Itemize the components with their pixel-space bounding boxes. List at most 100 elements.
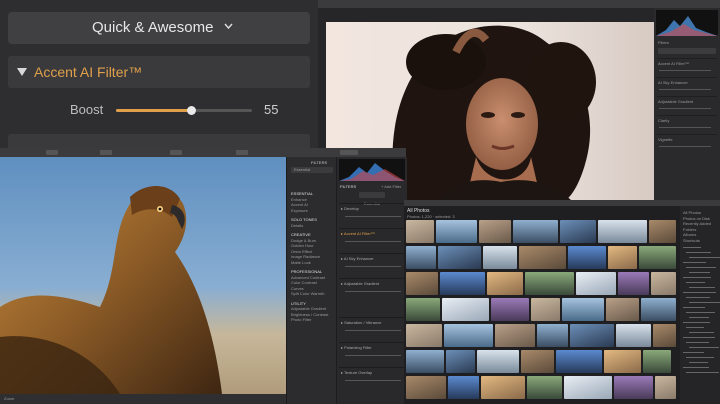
photo-thumbnail[interactable] bbox=[598, 220, 647, 243]
photo-thumbnail[interactable] bbox=[570, 324, 614, 347]
library-folder-row[interactable] bbox=[686, 282, 705, 283]
library-folder-row[interactable] bbox=[683, 262, 706, 263]
catalog-item[interactable]: Exposure bbox=[291, 208, 335, 214]
catalog-item[interactable]: Matte Look bbox=[291, 260, 335, 266]
library-folder-row[interactable] bbox=[689, 302, 720, 303]
boost-slider[interactable] bbox=[116, 106, 252, 115]
photo-thumbnail[interactable] bbox=[495, 324, 535, 347]
photo-thumbnail[interactable] bbox=[525, 272, 574, 295]
photo-thumbnail[interactable] bbox=[406, 324, 442, 347]
panel-button-accent[interactable] bbox=[658, 48, 716, 54]
panel-slider[interactable] bbox=[659, 108, 711, 109]
catalog-item[interactable]: Photo Filter bbox=[291, 317, 335, 323]
photo-thumbnail[interactable] bbox=[448, 376, 479, 399]
filter-slider[interactable] bbox=[345, 266, 401, 267]
filter-section[interactable]: ▸ Saturation / Vibrance bbox=[339, 317, 405, 342]
photo-thumbnail[interactable] bbox=[479, 220, 511, 243]
catalog-item[interactable]: Details bbox=[291, 223, 335, 229]
photo-thumbnail[interactable] bbox=[576, 272, 616, 295]
library-sidebar-item[interactable]: Shortcuts bbox=[683, 238, 719, 244]
library-folder-row[interactable] bbox=[683, 352, 704, 353]
library-folder-row[interactable] bbox=[686, 357, 714, 358]
panel-section[interactable]: Adjustable Gradient bbox=[657, 96, 717, 115]
photo-thumbnail[interactable] bbox=[477, 350, 519, 373]
library-folder-row[interactable] bbox=[689, 332, 714, 333]
library-folder-row[interactable] bbox=[683, 277, 711, 278]
photo-thumbnail[interactable] bbox=[521, 350, 554, 373]
photo-thumbnail[interactable] bbox=[406, 272, 438, 295]
library-folder-row[interactable] bbox=[689, 257, 720, 258]
photo-thumbnail[interactable] bbox=[531, 298, 560, 321]
panel-section[interactable]: AI Sky Enhancer bbox=[657, 77, 717, 96]
library-folder-row[interactable] bbox=[689, 362, 708, 363]
photo-thumbnail[interactable] bbox=[616, 324, 651, 347]
filter-section[interactable]: ▸ Texture Overlay bbox=[339, 367, 405, 392]
panel-section[interactable]: Vignette bbox=[657, 134, 717, 153]
library-folder-row[interactable] bbox=[683, 367, 709, 368]
panel-slider[interactable] bbox=[659, 89, 711, 90]
photo-thumbnail[interactable] bbox=[406, 246, 436, 269]
photo-thumbnail[interactable] bbox=[481, 376, 525, 399]
photo-thumbnail[interactable] bbox=[556, 350, 602, 373]
photo-thumbnail[interactable] bbox=[641, 298, 676, 321]
toolbar-button[interactable] bbox=[170, 150, 182, 155]
collapse-triangle-icon[interactable] bbox=[17, 68, 27, 76]
filter-slider[interactable] bbox=[345, 291, 401, 292]
catalog-filter-select[interactable]: Essential bbox=[291, 167, 333, 173]
library-folder-row[interactable] bbox=[686, 297, 710, 298]
photo-thumbnail[interactable] bbox=[608, 246, 637, 269]
photo-thumbnail[interactable] bbox=[440, 272, 485, 295]
panel-slider[interactable] bbox=[659, 127, 711, 128]
library-folder-row[interactable] bbox=[686, 327, 704, 328]
library-folder-row[interactable] bbox=[686, 372, 719, 373]
photo-thumbnail[interactable] bbox=[653, 324, 676, 347]
filter-slider[interactable] bbox=[345, 216, 401, 217]
photo-thumbnail[interactable] bbox=[604, 350, 641, 373]
photo-thumbnail[interactable] bbox=[406, 350, 444, 373]
panel-section[interactable]: Accent AI Filter™ bbox=[657, 58, 717, 77]
photo-thumbnail[interactable] bbox=[560, 220, 596, 243]
photo-thumbnail[interactable] bbox=[649, 220, 676, 243]
catalog-item[interactable]: Split Color Warmth bbox=[291, 291, 335, 297]
toolbar-button[interactable] bbox=[236, 150, 248, 155]
photo-thumbnail[interactable] bbox=[643, 350, 671, 373]
photo-thumbnail[interactable] bbox=[436, 220, 477, 243]
photo-thumbnail[interactable] bbox=[519, 246, 566, 269]
library-folder-row[interactable] bbox=[686, 267, 716, 268]
photo-thumbnail[interactable] bbox=[614, 376, 653, 399]
photo-thumbnail[interactable] bbox=[513, 220, 558, 243]
photo-thumbnail[interactable] bbox=[491, 298, 529, 321]
panel-slider[interactable] bbox=[659, 70, 711, 71]
library-folder-row[interactable] bbox=[686, 252, 711, 253]
library-folder-row[interactable] bbox=[683, 322, 710, 323]
photo-thumbnail[interactable] bbox=[438, 246, 481, 269]
photo-thumbnail[interactable] bbox=[406, 376, 446, 399]
photo-thumbnail[interactable] bbox=[483, 246, 517, 269]
toolbar-button[interactable] bbox=[100, 150, 112, 155]
photo-thumbnail[interactable] bbox=[527, 376, 562, 399]
filter-section[interactable]: ▸ AI Sky Enhancer bbox=[339, 253, 405, 278]
filter-header[interactable]: Accent AI Filter™ bbox=[8, 56, 310, 88]
library-folder-row[interactable] bbox=[683, 337, 715, 338]
toolbar-button[interactable] bbox=[340, 150, 358, 155]
photo-thumbnail[interactable] bbox=[655, 376, 676, 399]
filters-tab[interactable]: Essential bbox=[359, 192, 385, 206]
filter-section[interactable]: ▸ Accent AI Filter™ bbox=[339, 228, 405, 253]
photo-thumbnail[interactable] bbox=[618, 272, 649, 295]
library-folder-row[interactable] bbox=[683, 307, 705, 308]
photo-thumbnail[interactable] bbox=[444, 324, 493, 347]
library-folder-row[interactable] bbox=[689, 287, 715, 288]
chevron-down-icon[interactable] bbox=[224, 22, 233, 30]
add-filter-button[interactable]: + Add Filter bbox=[381, 184, 401, 190]
library-folder-row[interactable] bbox=[689, 347, 719, 348]
photo-thumbnail[interactable] bbox=[606, 298, 639, 321]
photo-thumbnail[interactable] bbox=[568, 246, 606, 269]
photo-thumbnail[interactable] bbox=[446, 350, 475, 373]
filter-slider[interactable] bbox=[345, 380, 401, 381]
library-folder-row[interactable] bbox=[686, 312, 715, 313]
panel-slider[interactable] bbox=[659, 146, 711, 147]
filter-section[interactable]: ▸ Adjustable Gradient bbox=[339, 278, 405, 317]
library-folder-row[interactable] bbox=[686, 342, 709, 343]
photo-thumbnail[interactable] bbox=[487, 272, 523, 295]
photo-thumbnail[interactable] bbox=[406, 298, 440, 321]
